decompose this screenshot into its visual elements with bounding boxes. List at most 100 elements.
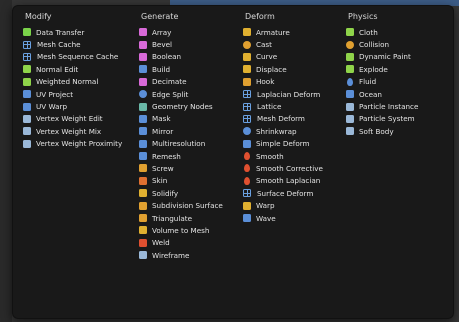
menu-item-multiresolution[interactable]: Multiresolution <box>139 138 223 150</box>
menu-item-laplacian-deform[interactable]: Laplacian Deform <box>243 88 323 100</box>
menu-item-warp[interactable]: Warp <box>243 199 323 211</box>
menu-item-label: Volume to Mesh <box>152 225 210 235</box>
normal-edit-icon <box>23 65 31 74</box>
menu-item-uv-warp[interactable]: UV Warp <box>23 100 122 112</box>
build-icon <box>139 65 147 74</box>
menu-item-label: Geometry Nodes <box>152 102 213 112</box>
armature-icon <box>243 28 251 37</box>
menu-item-mesh-cache[interactable]: Mesh Cache <box>23 38 122 50</box>
particle-instance-icon <box>346 102 354 111</box>
menu-item-vertex-weight-edit[interactable]: Vertex Weight Edit <box>23 113 122 125</box>
menu-item-particle-instance[interactable]: Particle Instance <box>346 100 418 112</box>
menu-item-solidify[interactable]: Solidify <box>139 187 223 199</box>
menu-item-remesh[interactable]: Remesh <box>139 150 223 162</box>
cloth-icon <box>346 28 354 37</box>
physics-column-title: Physics <box>348 12 378 21</box>
menu-item-subdivision-surface[interactable]: Subdivision Surface <box>139 199 223 211</box>
menu-item-surface-deform[interactable]: Surface Deform <box>243 187 323 199</box>
menu-item-label: Cast <box>256 40 272 50</box>
triangulate-icon <box>139 214 147 223</box>
menu-item-label: Boolean <box>152 52 182 62</box>
menu-item-smooth-corrective[interactable]: Smooth Corrective <box>243 162 323 174</box>
menu-item-wave[interactable]: Wave <box>243 212 323 224</box>
menu-item-simple-deform[interactable]: Simple Deform <box>243 138 323 150</box>
weighted-normal-icon <box>23 77 31 86</box>
particle-system-icon <box>346 114 354 123</box>
menu-item-dynamic-paint[interactable]: Dynamic Paint <box>346 51 418 63</box>
mesh-sequence-cache-icon <box>23 52 31 61</box>
menu-item-array[interactable]: Array <box>139 26 223 38</box>
menu-item-data-transfer[interactable]: Data Transfer <box>23 26 122 38</box>
menu-item-particle-system[interactable]: Particle System <box>346 113 418 125</box>
menu-item-build[interactable]: Build <box>139 63 223 75</box>
menu-item-uv-project[interactable]: UV Project <box>23 88 122 100</box>
uv-project-icon <box>23 90 31 99</box>
menu-item-mesh-deform[interactable]: Mesh Deform <box>243 113 323 125</box>
menu-item-volume-to-mesh[interactable]: Volume to Mesh <box>139 224 223 236</box>
shrinkwrap-icon <box>243 127 251 136</box>
menu-item-label: Screw <box>152 163 174 173</box>
menu-item-fluid[interactable]: Fluid <box>346 76 418 88</box>
menu-item-shrinkwrap[interactable]: Shrinkwrap <box>243 125 323 137</box>
menu-item-label: Displace <box>256 64 287 74</box>
explode-icon <box>346 65 354 74</box>
menu-item-mask[interactable]: Mask <box>139 113 223 125</box>
generate-column-title: Generate <box>141 12 179 21</box>
menu-item-soft-body[interactable]: Soft Body <box>346 125 418 137</box>
menu-item-weighted-normal[interactable]: Weighted Normal <box>23 76 122 88</box>
menu-item-ocean[interactable]: Ocean <box>346 88 418 100</box>
menu-item-skin[interactable]: Skin <box>139 175 223 187</box>
modify-column: Modify Data Transfer Mesh Cache Mesh Sequen… <box>23 6 122 150</box>
menu-item-label: Dynamic Paint <box>359 52 411 62</box>
menu-item-label: Weld <box>152 238 170 248</box>
menu-item-curve[interactable]: Curve <box>243 51 323 63</box>
menu-item-weld[interactable]: Weld <box>139 237 223 249</box>
menu-item-label: Normal Edit <box>36 64 79 74</box>
menu-item-collision[interactable]: Collision <box>346 38 418 50</box>
warp-icon <box>243 201 251 210</box>
menu-item-vertex-weight-mix[interactable]: Vertex Weight Mix <box>23 125 122 137</box>
menu-item-label: Shrinkwrap <box>256 126 297 136</box>
menu-item-geometry-nodes[interactable]: Geometry Nodes <box>139 100 223 112</box>
menu-item-bevel[interactable]: Bevel <box>139 38 223 50</box>
cast-icon <box>243 40 251 49</box>
menu-item-label: Ocean <box>359 89 382 99</box>
menu-item-armature[interactable]: Armature <box>243 26 323 38</box>
uv-warp-icon <box>23 102 31 111</box>
menu-item-label: Lattice <box>257 102 282 112</box>
menu-item-triangulate[interactable]: Triangulate <box>139 212 223 224</box>
menu-item-label: Vertex Weight Proximity <box>36 139 123 149</box>
lattice-icon <box>243 102 251 111</box>
modify-column-title: Modify <box>25 12 52 21</box>
menu-item-cast[interactable]: Cast <box>243 38 323 50</box>
menu-item-mirror[interactable]: Mirror <box>139 125 223 137</box>
deform-column: Deform Armature Cast Curve Displace Hook Lapla… <box>243 6 323 224</box>
menu-item-mesh-sequence-cache[interactable]: Mesh Sequence Cache <box>23 51 122 63</box>
menu-item-label: UV Warp <box>36 102 68 112</box>
menu-item-label: Bevel <box>152 40 173 50</box>
skin-icon <box>139 176 147 185</box>
menu-item-label: Mesh Deform <box>257 114 305 124</box>
soft-body-icon <box>346 127 354 136</box>
menu-item-boolean[interactable]: Boolean <box>139 51 223 63</box>
menu-item-label: Explode <box>359 64 388 74</box>
screw-icon <box>139 164 147 173</box>
menu-item-displace[interactable]: Displace <box>243 63 323 75</box>
menu-item-explode[interactable]: Explode <box>346 63 418 75</box>
menu-item-screw[interactable]: Screw <box>139 162 223 174</box>
physics-column: Physics Cloth Collision Dynamic Paint Explod… <box>346 6 418 138</box>
solidify-icon <box>139 189 147 198</box>
menu-item-smooth[interactable]: Smooth <box>243 150 323 162</box>
menu-item-decimate[interactable]: Decimate <box>139 76 223 88</box>
menu-item-normal-edit[interactable]: Normal Edit <box>23 63 122 75</box>
menu-item-cloth[interactable]: Cloth <box>346 26 418 38</box>
add-modifier-menu: Modify Data Transfer Mesh Cache Mesh Sequen… <box>12 5 454 319</box>
menu-item-edge-split[interactable]: Edge Split <box>139 88 223 100</box>
menu-item-vertex-weight-proximity[interactable]: Vertex Weight Proximity <box>23 138 122 150</box>
menu-item-label: Weighted Normal <box>36 77 99 87</box>
menu-item-smooth-laplacian[interactable]: Smooth Laplacian <box>243 175 323 187</box>
menu-item-wireframe[interactable]: Wireframe <box>139 249 223 261</box>
menu-item-hook[interactable]: Hook <box>243 76 323 88</box>
menu-item-label: Wireframe <box>152 250 190 260</box>
menu-item-lattice[interactable]: Lattice <box>243 100 323 112</box>
